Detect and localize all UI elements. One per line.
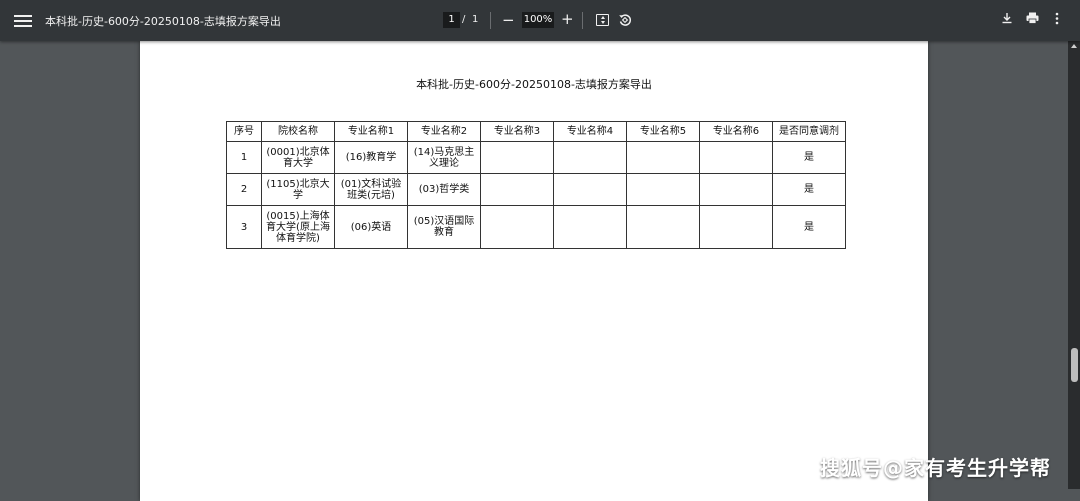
table-cell: 是 (772, 205, 846, 249)
table-cell (480, 141, 554, 174)
more-vert-icon[interactable] (1054, 12, 1060, 25)
column-header: 专业名称6 (699, 121, 773, 142)
scrollbar-thumb[interactable] (1071, 348, 1078, 382)
column-header: 专业名称2 (407, 121, 481, 142)
table-row: 3 (0015)上海体育大学(原上海体育学院) (06)英语 (05)汉语国际教… (226, 205, 846, 249)
pdf-toolbar: 本科批-历史-600分-20250108-志填报方案导出 1 / 1 − 100… (0, 0, 1080, 41)
table-cell (553, 205, 627, 249)
column-header: 专业名称1 (334, 121, 408, 142)
table-cell: (01)文科试验班类(元培) (334, 173, 408, 206)
table-cell (480, 205, 554, 249)
table-cell: 1 (226, 141, 262, 174)
column-header: 是否同意调剂 (772, 121, 846, 142)
table-cell: 3 (226, 205, 262, 249)
toolbar-divider (582, 12, 583, 29)
table-cell (553, 173, 627, 206)
table-cell (480, 173, 554, 206)
zoom-out-button[interactable]: − (502, 11, 515, 29)
table-cell (699, 141, 773, 174)
column-header: 序号 (226, 121, 262, 142)
table-header-row: 序号 院校名称 专业名称1 专业名称2 专业名称3 专业名称4 专业名称5 专业… (226, 121, 846, 142)
page-separator: / (462, 14, 466, 25)
table-cell (699, 205, 773, 249)
table-cell: (16)教育学 (334, 141, 408, 174)
fit-to-page-icon[interactable] (596, 14, 609, 26)
table-cell: 是 (772, 141, 846, 174)
document-title: 本科批-历史-600分-20250108-志填报方案导出 (45, 15, 281, 28)
scroll-up-arrow-icon[interactable] (1071, 44, 1077, 48)
column-header: 专业名称3 (480, 121, 554, 142)
table-cell (626, 173, 700, 206)
table-cell: (05)汉语国际教育 (407, 205, 481, 249)
table-cell: (1105)北京大学 (261, 173, 335, 206)
table-cell (626, 205, 700, 249)
page-number-input[interactable]: 1 (443, 12, 460, 28)
plan-table: 序号 院校名称 专业名称1 专业名称2 专业名称3 专业名称4 专业名称5 专业… (226, 121, 846, 249)
table-cell: (14)马克思主义理论 (407, 141, 481, 174)
table-cell: (0015)上海体育大学(原上海体育学院) (261, 205, 335, 249)
table-cell: 2 (226, 173, 262, 206)
table-row: 2 (1105)北京大学 (01)文科试验班类(元培) (03)哲学类 是 (226, 173, 846, 206)
table-cell (699, 173, 773, 206)
table-cell: (06)英语 (334, 205, 408, 249)
zoom-in-button[interactable]: + (561, 10, 574, 28)
page-title: 本科批-历史-600分-20250108-志填报方案导出 (416, 78, 652, 91)
watermark: 搜狐号@家有考生升学帮 (820, 456, 1051, 480)
pdf-page: 本科批-历史-600分-20250108-志填报方案导出 序号 院校名称 专业名… (140, 41, 928, 501)
toolbar-divider (490, 12, 491, 29)
zoom-level-input[interactable]: 100% (522, 12, 554, 28)
download-icon[interactable] (1001, 12, 1013, 24)
table-cell: (03)哲学类 (407, 173, 481, 206)
table-cell: (0001)北京体育大学 (261, 141, 335, 174)
table-cell (553, 141, 627, 174)
vertical-scrollbar[interactable] (1068, 41, 1080, 489)
column-header: 专业名称4 (553, 121, 627, 142)
column-header: 院校名称 (261, 121, 335, 142)
table-cell (626, 141, 700, 174)
print-icon[interactable] (1026, 12, 1039, 24)
column-header: 专业名称5 (626, 121, 700, 142)
hamburger-menu-icon[interactable] (14, 12, 32, 29)
rotate-icon[interactable] (618, 13, 632, 27)
table-row: 1 (0001)北京体育大学 (16)教育学 (14)马克思主义理论 是 (226, 141, 846, 174)
page-total: 1 (472, 14, 479, 25)
table-cell: 是 (772, 173, 846, 206)
